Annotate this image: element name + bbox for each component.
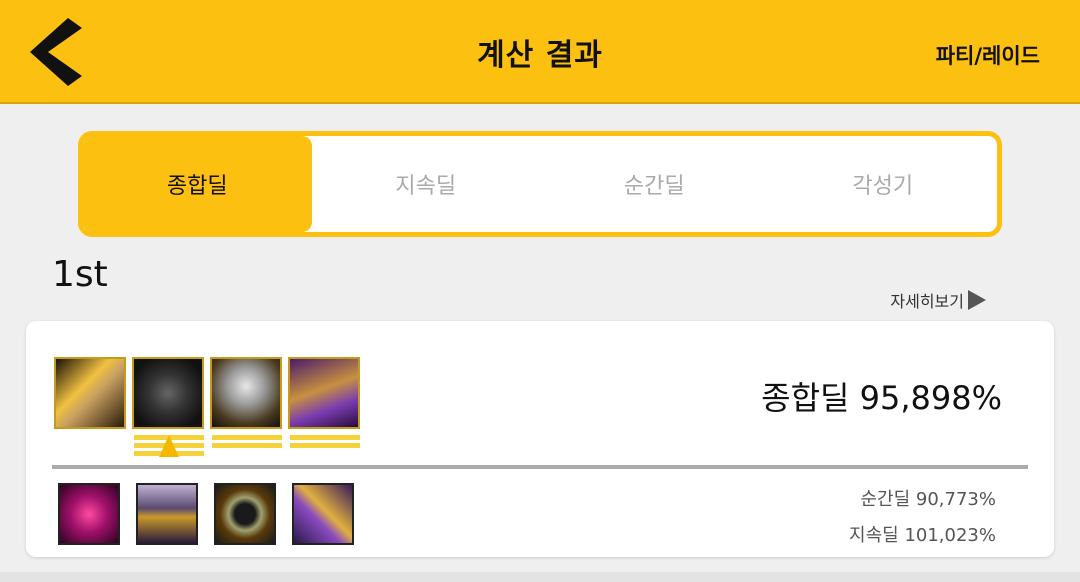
burst-damage-stat: 순간딜 90,773% [860,489,997,510]
tab-total-damage[interactable]: 종합딜 [83,136,312,232]
skill-rune-icon[interactable] [288,357,360,429]
weapon-crystal-icon[interactable] [292,483,354,545]
sub-equipment-row [58,483,354,545]
result-tabs: 종합딜 지속딜 순간딜 각성기 [78,131,1002,237]
rank-label: 1st [52,254,108,295]
view-details-label: 자세히보기 [890,292,964,311]
tab-awakening[interactable]: 각성기 [769,136,998,232]
tab-sustained-damage[interactable]: 지속딜 [312,136,541,232]
weapon-icon[interactable] [54,357,126,429]
armor-icon[interactable] [132,357,204,429]
card-divider [52,465,1028,469]
total-damage-stat: 종합딜 95,898% [761,379,1002,417]
play-triangle-icon [968,290,986,310]
upgrade-bars-3 [290,433,360,455]
party-raid-button[interactable]: 파티/레이드 [936,40,1040,70]
helmet-icon[interactable] [210,357,282,429]
app-header: 계산 결과 파티/레이드 [0,0,1080,104]
star-icon [159,435,179,457]
equipment-row [54,357,360,429]
ring-icon[interactable] [214,483,276,545]
pants-icon[interactable] [136,483,198,545]
upgrade-bars [134,433,360,457]
tab-burst-damage[interactable]: 순간딜 [540,136,769,232]
view-details-link[interactable]: 자세히보기 [890,288,986,312]
result-card: 종합딜 95,898% 순간딜 90,773% 지속딜 101,023% [26,321,1054,557]
page-title: 계산 결과 [477,38,603,73]
upgrade-bars-2 [212,433,282,455]
upgrade-bars-1 [134,433,204,457]
rose-orb-icon[interactable] [58,483,120,545]
bottom-strip [0,572,1080,582]
sustained-damage-stat: 지속딜 101,023% [849,525,996,546]
